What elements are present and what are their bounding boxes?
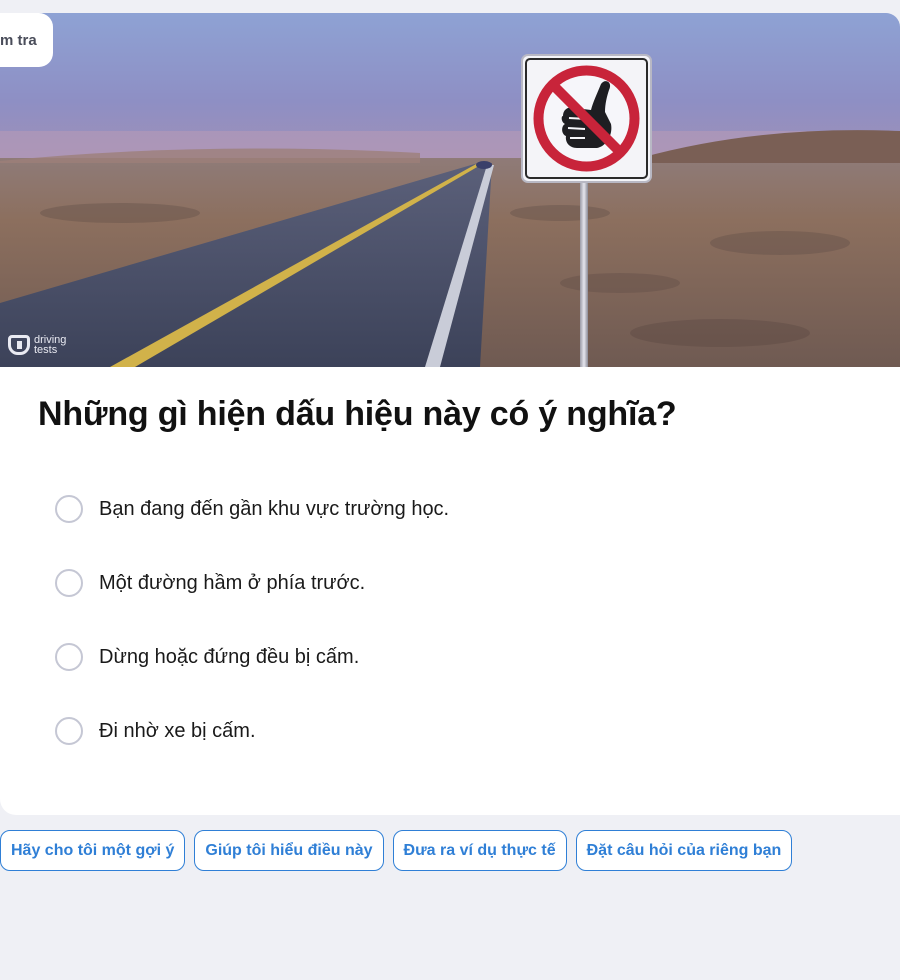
answer-option-3[interactable]: Dừng hoặc đứng đều bị cấm. <box>55 642 449 672</box>
driving-tests-logo-icon <box>8 335 30 355</box>
quiz-tag: m tra <box>0 13 53 67</box>
question-text: Những gì hiện dấu hiệu này có ý nghĩa? <box>38 395 677 433</box>
explain-button[interactable]: Giúp tôi hiểu điều này <box>194 830 384 871</box>
hint-button[interactable]: Hãy cho tôi một gợi ý <box>0 830 186 871</box>
radio-button[interactable] <box>55 717 83 745</box>
answer-option-4[interactable]: Đi nhờ xe bị cấm. <box>55 716 449 746</box>
radio-button[interactable] <box>55 643 83 671</box>
help-chips: Hãy cho tôi một gợi ý Giúp tôi hiểu điều… <box>0 830 793 871</box>
driving-tests-watermark: driving tests <box>8 335 66 356</box>
no-hitchhiking-sign-icon <box>521 54 652 183</box>
radio-button[interactable] <box>55 495 83 523</box>
ask-own-question-button[interactable]: Đặt câu hỏi của riêng bạn <box>575 830 793 871</box>
watermark-line2: tests <box>34 344 58 356</box>
answer-option-1[interactable]: Bạn đang đến gần khu vực trường học. <box>55 494 449 524</box>
answer-label: Đi nhờ xe bị cấm. <box>99 719 256 742</box>
answer-options: Bạn đang đến gần khu vực trường học. Một… <box>55 494 449 790</box>
answer-label: Một đường hầm ở phía trước. <box>99 571 366 594</box>
real-example-button[interactable]: Đưa ra ví dụ thực tế <box>392 830 567 871</box>
answer-label: Bạn đang đến gần khu vực trường học. <box>99 497 450 520</box>
question-image: driving tests <box>0 13 900 367</box>
answer-option-2[interactable]: Một đường hầm ở phía trước. <box>55 568 449 598</box>
answer-label: Dừng hoặc đứng đều bị cấm. <box>99 645 360 668</box>
radio-button[interactable] <box>55 569 83 597</box>
